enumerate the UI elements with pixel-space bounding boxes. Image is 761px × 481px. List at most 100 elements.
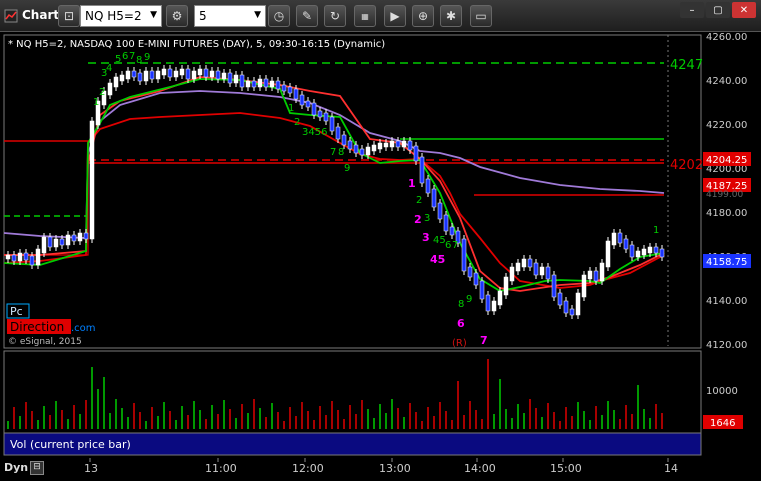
count-green: 6 (445, 240, 451, 251)
candle-body (551, 274, 557, 298)
count-green: 5 (115, 54, 121, 65)
candle-body (473, 272, 479, 286)
time-tick: 11:00 (205, 462, 237, 475)
count-green: 1 (653, 225, 659, 236)
label-R: (R) (452, 338, 467, 349)
candle-body (131, 70, 137, 78)
price-badge-4204-text: 4204.25 (706, 155, 747, 166)
logo-com: .com (71, 323, 96, 334)
settings-icon[interactable]: ✱ (440, 5, 462, 27)
candle-body (17, 252, 23, 262)
candle-body (281, 84, 287, 92)
time-tick: 13:00 (379, 462, 411, 475)
candle-body (503, 276, 509, 296)
comment-icon[interactable]: ▭ (470, 5, 492, 27)
chevron-down-icon[interactable]: ▼ (254, 10, 261, 20)
candle-body (395, 140, 401, 148)
candle-body (143, 70, 149, 82)
candle-body (425, 178, 431, 194)
minimize-button[interactable]: – (680, 2, 704, 18)
candle-body (41, 236, 47, 254)
price-tick: 4180.00 (706, 208, 747, 219)
candle-body (335, 126, 341, 140)
candle-body (527, 258, 533, 268)
symbol-input[interactable]: NQ H5=2 ▼ (80, 5, 162, 27)
candle-body (251, 80, 257, 88)
candle-body (71, 234, 77, 242)
count-green: 7 (330, 147, 336, 158)
candle-body (365, 146, 371, 156)
count-magenta: 45 (430, 253, 445, 266)
candle-body (509, 266, 515, 282)
count-green: 3 (424, 213, 430, 224)
candle-body (437, 202, 443, 220)
candle-body (35, 248, 41, 266)
interval-value: 5 (199, 9, 207, 23)
candle-body (653, 246, 659, 254)
count-green: 9 (466, 294, 472, 305)
refresh-icon[interactable]: ↻ (324, 5, 346, 27)
candle-body (383, 142, 389, 148)
candle-body (65, 234, 71, 246)
count-green: 45 (433, 235, 446, 246)
candle-body (605, 240, 611, 268)
candle-body (629, 244, 635, 258)
candle-body (467, 266, 473, 278)
window-title: Chart (22, 8, 60, 22)
gear-icon[interactable]: ⚙ (166, 5, 188, 27)
candle-body (371, 144, 377, 152)
candle-body (479, 280, 485, 300)
time-tick: 12:00 (292, 462, 324, 475)
zoom-icon[interactable]: ⊕ (412, 5, 434, 27)
candle-body (533, 262, 539, 276)
time-tick: 14:00 (464, 462, 496, 475)
close-button[interactable]: ✕ (732, 2, 756, 18)
clock-icon[interactable]: ◷ (268, 5, 290, 27)
count-green: 7 (129, 51, 135, 62)
count-green: 2 (294, 117, 300, 128)
count-green: 8 (136, 55, 142, 66)
price-badge-hidden: 4199.00 (706, 190, 743, 200)
price-panel (3, 34, 702, 349)
price-tick: 4220.00 (706, 120, 747, 131)
count-green: 2 (99, 87, 105, 98)
candle-body (647, 246, 653, 254)
candle-body (185, 68, 191, 80)
interval-input[interactable]: 5 ▼ (194, 5, 266, 27)
candle-body (47, 236, 53, 248)
candle-body (161, 68, 167, 76)
pencil-icon[interactable]: ✎ (296, 5, 318, 27)
study-icon[interactable]: ▦ (354, 5, 376, 27)
candle-body (359, 148, 365, 156)
candle-body (575, 292, 581, 316)
candle-body (167, 68, 173, 78)
candle-body (545, 266, 551, 280)
count-magenta: 7 (480, 334, 488, 347)
candle-body (623, 238, 629, 250)
link-icon[interactable]: ⊡ (58, 5, 80, 27)
candle-body (317, 110, 323, 118)
candle-body (515, 262, 521, 272)
candle-body (293, 88, 299, 100)
chevron-down-icon[interactable]: ▼ (150, 10, 157, 20)
chart-area[interactable]: * NQ H5=2, NASDAQ 100 E-MINI FUTURES (DA… (0, 33, 761, 458)
candle-body (491, 300, 497, 312)
candle-body (197, 68, 203, 76)
candle-body (305, 100, 311, 108)
volume-badge-text: 1646 (710, 418, 735, 429)
candle-body (347, 140, 353, 150)
candle-body (311, 102, 317, 116)
chart-header: * NQ H5=2, NASDAQ 100 E-MINI FUTURES (DA… (8, 39, 385, 50)
logo-pc: Pc (10, 305, 23, 318)
candle-body (443, 214, 449, 232)
play-icon[interactable]: ▶ (384, 5, 406, 27)
count-magenta: 2 (414, 213, 422, 226)
candle-body (257, 78, 263, 88)
candle-body (149, 70, 155, 80)
price-tick: 4140.00 (706, 296, 747, 307)
count-green: 9 (144, 52, 150, 63)
maximize-button[interactable]: ▢ (706, 2, 730, 18)
candle-body (599, 262, 605, 282)
candle-body (407, 140, 413, 151)
count-green: 9 (344, 163, 350, 174)
